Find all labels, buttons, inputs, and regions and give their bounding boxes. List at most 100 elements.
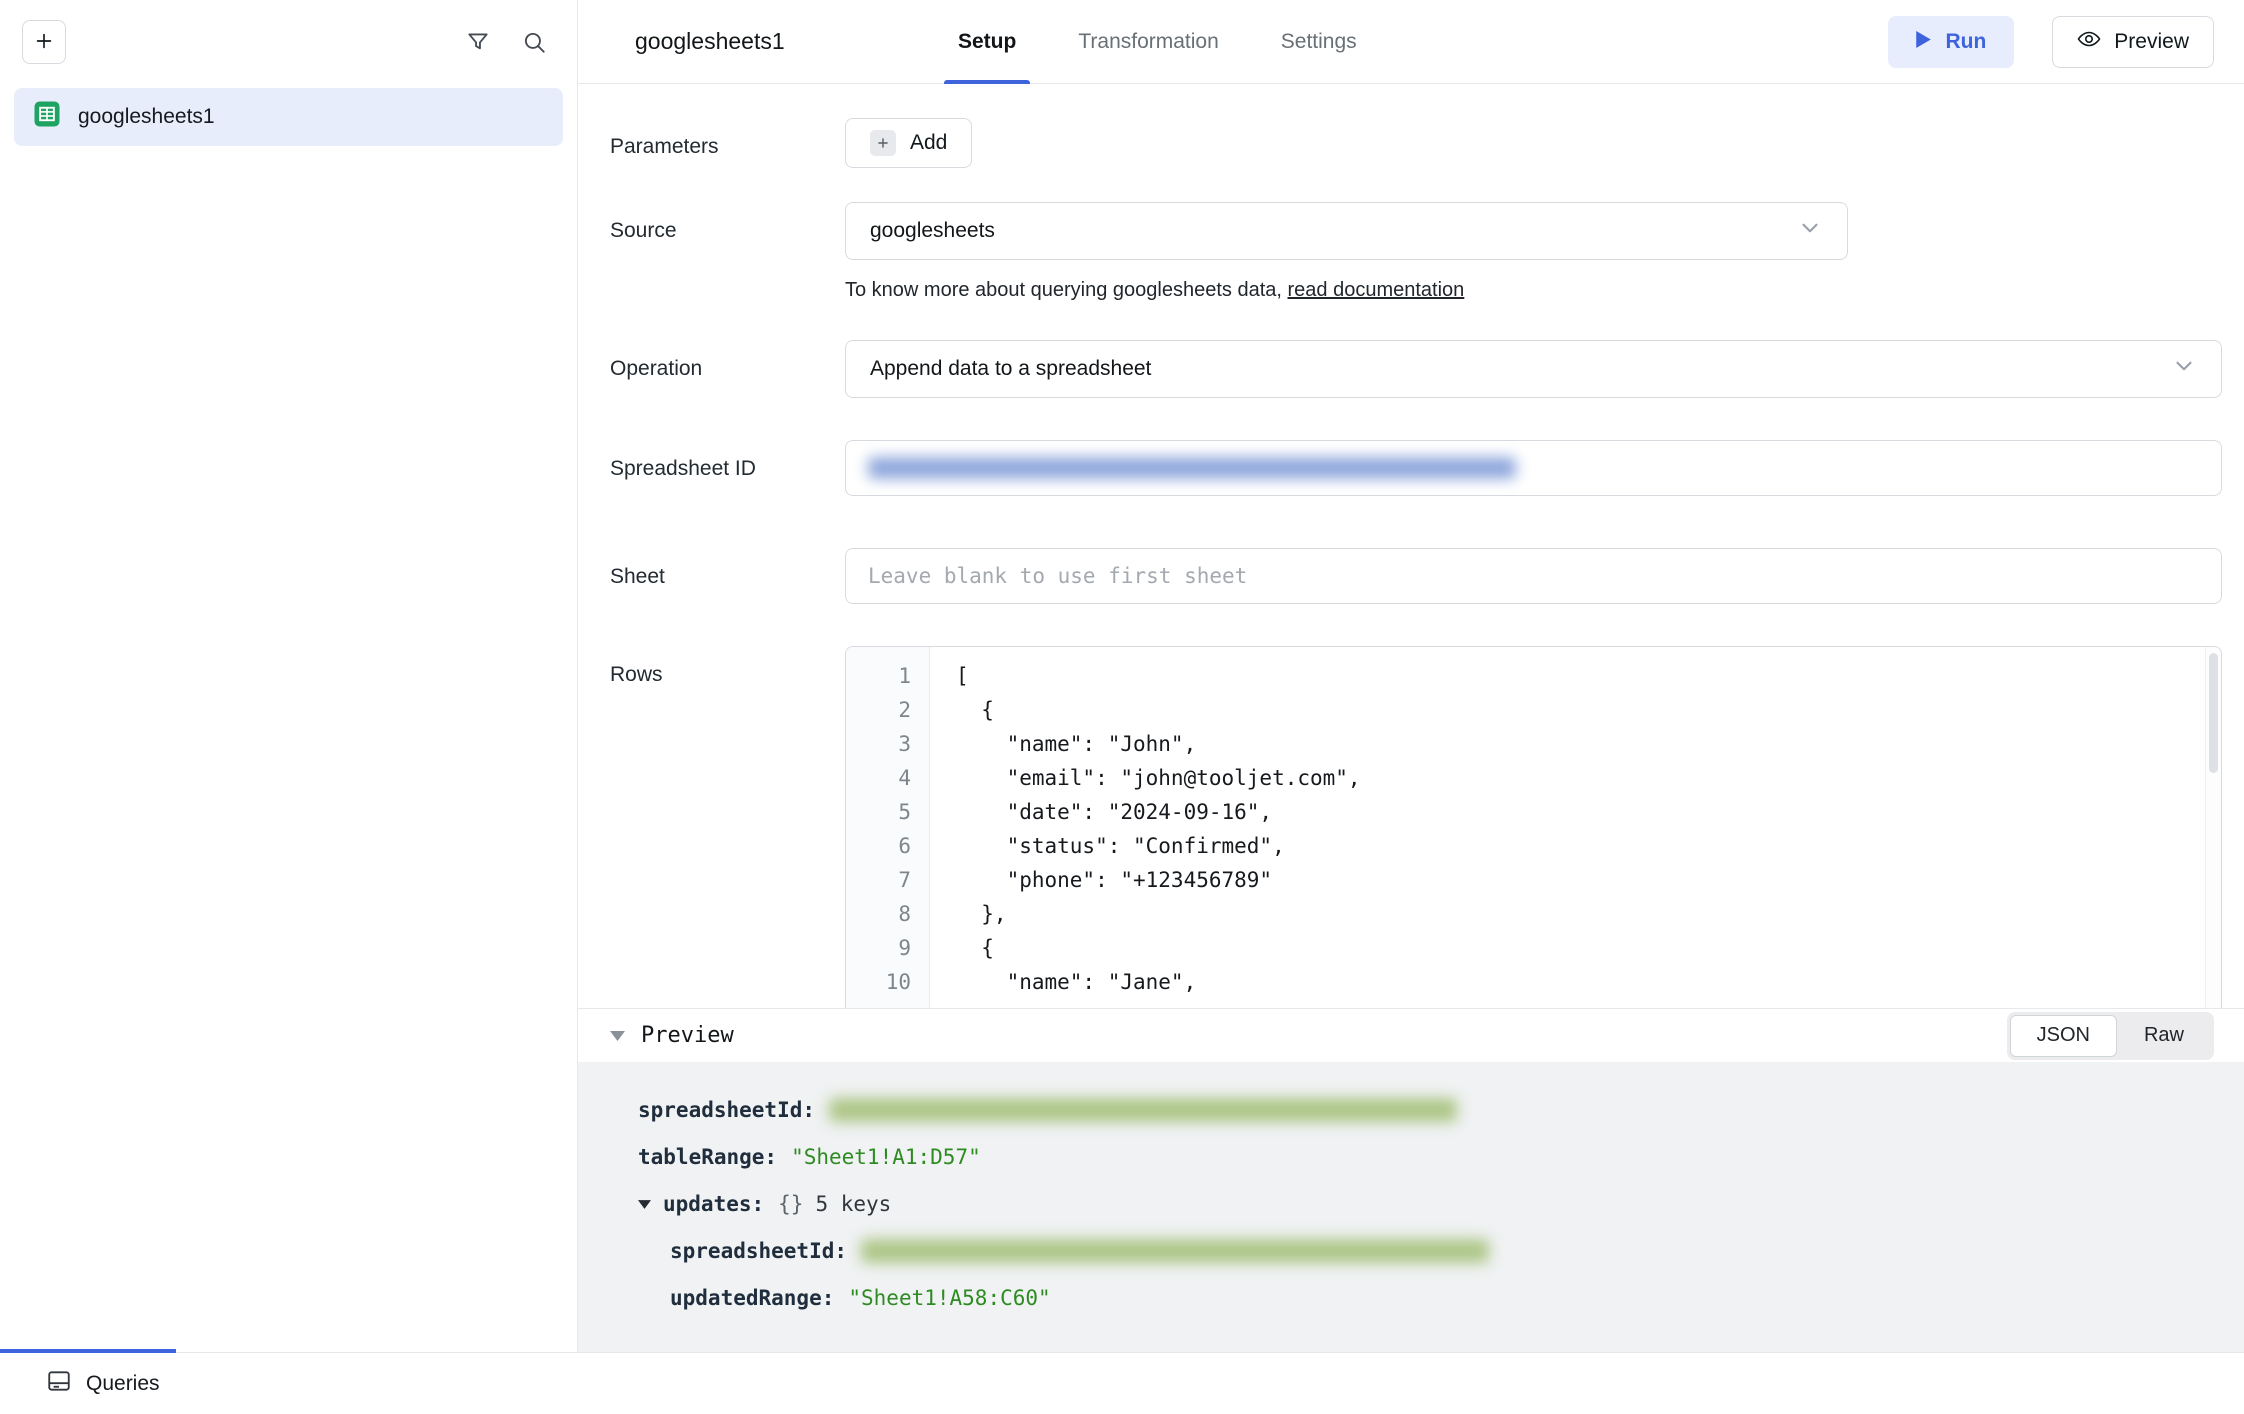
query-list-item-googlesheets1[interactable]: googlesheets1 [14, 88, 563, 146]
source-label: Source [610, 202, 845, 304]
line-number-gutter: 1 2 3 4 5 6 7 8 9 10 [846, 647, 930, 1008]
active-panel-indicator [0, 1349, 176, 1353]
eye-icon [2077, 27, 2101, 57]
query-title: googlesheets1 [635, 28, 785, 55]
line-number: 5 [846, 795, 911, 829]
query-editor-window: googlesheets1 googlesheets1 Setup Transf… [0, 0, 2244, 1414]
source-helper-prefix: To know more about querying googlesheets… [845, 279, 1288, 301]
chevron-down-icon [2171, 353, 2197, 385]
query-tabs: Setup Transformation Settings [958, 0, 1357, 83]
source-select[interactable]: googlesheets [845, 202, 1848, 260]
read-documentation-link[interactable]: read documentation [1288, 279, 1465, 301]
scrollbar-thumb[interactable] [2209, 653, 2218, 773]
redacted-value [829, 1098, 1457, 1122]
line-number: 1 [846, 659, 911, 693]
preview-panel-title: Preview [641, 1023, 734, 1048]
queries-panel-icon [46, 1368, 72, 1399]
preview-row: tableRange: "Sheet1!A1:D57" [638, 1143, 2244, 1171]
json-key: spreadsheetId: [638, 1096, 815, 1124]
operation-select-value: Append data to a spreadsheet [870, 357, 1151, 381]
code-line: [ [956, 659, 2221, 693]
json-key: spreadsheetId: [670, 1237, 847, 1265]
toggle-json[interactable]: JSON [2010, 1015, 2117, 1057]
preview-row: spreadsheetId: [638, 1096, 2244, 1124]
toggle-raw[interactable]: Raw [2117, 1015, 2211, 1057]
source-select-value: googlesheets [870, 219, 995, 243]
chevron-down-icon [1797, 215, 1823, 247]
tab-setup-label: Setup [958, 30, 1016, 54]
json-key: tableRange: [638, 1143, 777, 1171]
json-string-value: "Sheet1!A1:D57" [791, 1143, 981, 1171]
sheet-label: Sheet [610, 548, 845, 604]
line-number: 8 [846, 897, 911, 931]
preview-row: spreadsheetId: [670, 1237, 2244, 1265]
line-number: 7 [846, 863, 911, 897]
code-line: }, [956, 897, 2221, 931]
sidebar-toolbar [0, 0, 577, 84]
plus-icon [33, 30, 55, 55]
parameters-label: Parameters [610, 118, 845, 168]
source-helper-text: To know more about querying googlesheets… [845, 276, 2222, 304]
search-icon[interactable] [521, 29, 547, 55]
preview-row: updatedRange: "Sheet1!A58:C60" [670, 1284, 2244, 1312]
tab-transformation[interactable]: Transformation [1078, 0, 1218, 83]
operation-label: Operation [610, 340, 845, 398]
add-query-button[interactable] [22, 20, 66, 64]
tab-transformation-label: Transformation [1078, 30, 1218, 54]
code-line: "name": "Jane", [956, 965, 2221, 999]
tab-settings-label: Settings [1281, 30, 1357, 54]
header-actions: Run Preview [1888, 0, 2214, 83]
line-number: 2 [846, 693, 911, 727]
queries-panel-label[interactable]: Queries [86, 1372, 160, 1396]
sheet-input[interactable] [845, 548, 2222, 604]
redacted-value [861, 1239, 1489, 1263]
redacted-spreadsheet-id-value [868, 457, 1516, 479]
json-key: updatedRange: [670, 1284, 834, 1312]
query-setup-form: Parameters Add Source googlesheets [578, 84, 2244, 1008]
code-line: "date": "2024-09-16", [956, 795, 2221, 829]
collapse-caret-icon[interactable] [610, 1031, 625, 1041]
code-line: { [956, 931, 2221, 965]
plus-box-icon [870, 130, 896, 156]
editor-scrollbar[interactable] [2205, 647, 2221, 1008]
spreadsheet-id-input[interactable] [845, 440, 2222, 496]
json-object-braces: {} [778, 1190, 803, 1218]
preview-panel-header: Preview JSON Raw [578, 1008, 2244, 1062]
query-header: googlesheets1 Setup Transformation Setti… [578, 0, 2244, 84]
line-number: 9 [846, 931, 911, 965]
line-number: 6 [846, 829, 911, 863]
code-line: "name": "John", [956, 727, 2221, 761]
google-sheets-icon [32, 99, 62, 135]
json-key-count: 5 keys [815, 1190, 891, 1218]
code-line: "phone": "+123456789" [956, 863, 2221, 897]
play-icon [1916, 30, 1931, 54]
json-key: updates: [663, 1190, 764, 1218]
line-number: 4 [846, 761, 911, 795]
query-item-label: googlesheets1 [78, 105, 215, 129]
run-button[interactable]: Run [1888, 16, 2014, 68]
rows-label: Rows [610, 646, 845, 1008]
query-list: googlesheets1 [0, 84, 577, 150]
bottom-panel-bar: Queries [0, 1352, 2244, 1414]
tab-settings[interactable]: Settings [1281, 0, 1357, 83]
preview-button-label: Preview [2114, 30, 2189, 54]
spreadsheet-id-label: Spreadsheet ID [610, 440, 845, 496]
code-line: { [956, 693, 2221, 727]
add-parameter-label: Add [910, 131, 947, 155]
code-line: "email": "john@tooljet.com", [956, 761, 2221, 795]
preview-output: spreadsheetId: tableRange: "Sheet1!A1:D5… [578, 1062, 2244, 1352]
preview-row-expandable: updates: {} 5 keys [638, 1190, 2244, 1218]
code-line: "status": "Confirmed", [956, 829, 2221, 863]
expand-caret-icon[interactable] [638, 1200, 651, 1209]
add-parameter-button[interactable]: Add [845, 118, 972, 168]
preview-format-toggle: JSON Raw [2007, 1012, 2214, 1060]
operation-select[interactable]: Append data to a spreadsheet [845, 340, 2222, 398]
code-content[interactable]: [ { "name": "John", "email": "john@toolj… [930, 647, 2221, 1008]
json-string-value: "Sheet1!A58:C60" [848, 1284, 1050, 1312]
line-number: 3 [846, 727, 911, 761]
run-button-label: Run [1945, 30, 1986, 54]
rows-code-editor[interactable]: 1 2 3 4 5 6 7 8 9 10 [ [845, 646, 2222, 1008]
preview-button[interactable]: Preview [2052, 16, 2214, 68]
tab-setup[interactable]: Setup [958, 0, 1016, 83]
filter-icon[interactable] [465, 29, 491, 55]
